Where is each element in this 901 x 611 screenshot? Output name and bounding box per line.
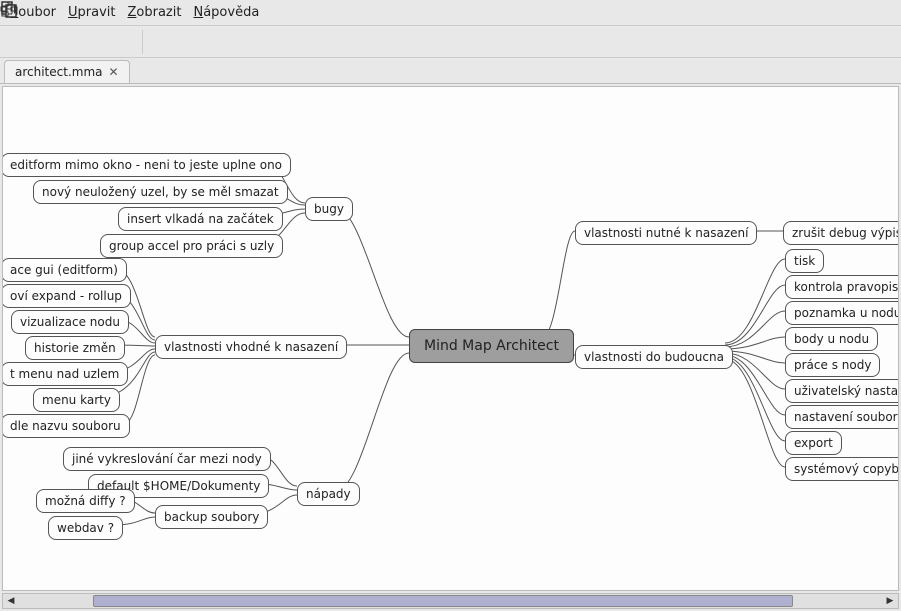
node-vis-node[interactable]: vizualizace nodu (11, 310, 129, 334)
node-menu-karty[interactable]: menu karty (33, 388, 120, 412)
toolbar-separator (142, 30, 143, 54)
scroll-right-icon[interactable]: ▶ (882, 594, 898, 608)
node-editform-window[interactable]: editform mimo okno - neni to jeste uplne… (2, 153, 291, 177)
node-insert-start[interactable]: insert vlkadá na začátek (118, 207, 283, 231)
node-bugy[interactable]: bugy (305, 197, 353, 221)
toolbar (0, 26, 901, 58)
node-unsaved-node[interactable]: nový neuložený uzel, by se měl smazat (33, 180, 288, 204)
scroll-track[interactable] (19, 594, 882, 608)
node-copybor[interactable]: systémový copybor (785, 457, 899, 481)
collapse-icon[interactable] (42, 33, 60, 51)
root-node[interactable]: Mind Map Architect (409, 329, 574, 363)
menu-view[interactable]: Zobrazit (128, 5, 182, 20)
node-vhodne[interactable]: vlastnosti vhodné k nasazení (155, 335, 347, 359)
node-diffy[interactable]: možná diffy ? (36, 489, 135, 513)
node-line-rendering[interactable]: jiné vykreslování čar mezi nody (63, 447, 271, 471)
document-tab[interactable]: architect.mma ✕ (4, 60, 130, 83)
scroll-left-icon[interactable]: ◀ (3, 594, 19, 608)
expand-up-icon[interactable] (106, 33, 124, 51)
node-history[interactable]: historie změn (25, 336, 125, 360)
node-cancel-debug[interactable]: zrušit debug výpisy (783, 221, 899, 245)
close-icon[interactable]: ✕ (109, 65, 119, 79)
tab-title: architect.mma (15, 65, 103, 79)
menu-edit[interactable]: Upravit (68, 5, 115, 20)
horizontal-scrollbar[interactable]: ◀ ▶ (2, 593, 899, 609)
node-export[interactable]: export (785, 431, 842, 455)
node-ace-gui[interactable]: ace gui (editform) (2, 258, 127, 282)
node-group-accel[interactable]: group accel pro práci s uzly (100, 234, 283, 258)
node-right-required[interactable]: vlastnosti nutné k nasazení (575, 221, 757, 245)
expand-down-icon[interactable] (74, 33, 92, 51)
node-file-settings[interactable]: nastavení souboru (785, 405, 899, 429)
node-points[interactable]: body u nodu (785, 327, 878, 351)
node-user-settings[interactable]: uživatelský nastave (785, 379, 899, 403)
menubar: Soubor Upravit Zobrazit Nápověda (0, 0, 901, 26)
node-backup[interactable]: backup soubory (155, 505, 268, 529)
node-work-nodes[interactable]: práce s nody (785, 353, 880, 377)
node-print[interactable]: tisk (785, 249, 824, 273)
scroll-thumb[interactable] (93, 595, 793, 607)
node-by-filename[interactable]: dle nazvu souboru (2, 414, 130, 438)
copy-icon[interactable] (10, 33, 28, 51)
node-expand-rollup[interactable]: oví expand - rollup (2, 284, 131, 308)
node-spellcheck[interactable]: kontrola pravopisu (785, 275, 899, 299)
menu-help[interactable]: Nápověda (193, 5, 259, 20)
tabbar: architect.mma ✕ (0, 58, 901, 84)
node-napady[interactable]: nápady (297, 482, 360, 506)
node-note[interactable]: poznamka u nodu (785, 301, 899, 325)
node-right-future[interactable]: vlastnosti do budoucna (575, 345, 733, 369)
node-webdav[interactable]: webdav ? (48, 516, 123, 540)
node-menu-over-node[interactable]: t menu nad uzlem (2, 362, 128, 386)
mindmap-canvas[interactable]: Mind Map Architect vlastnosti nutné k na… (2, 86, 899, 591)
